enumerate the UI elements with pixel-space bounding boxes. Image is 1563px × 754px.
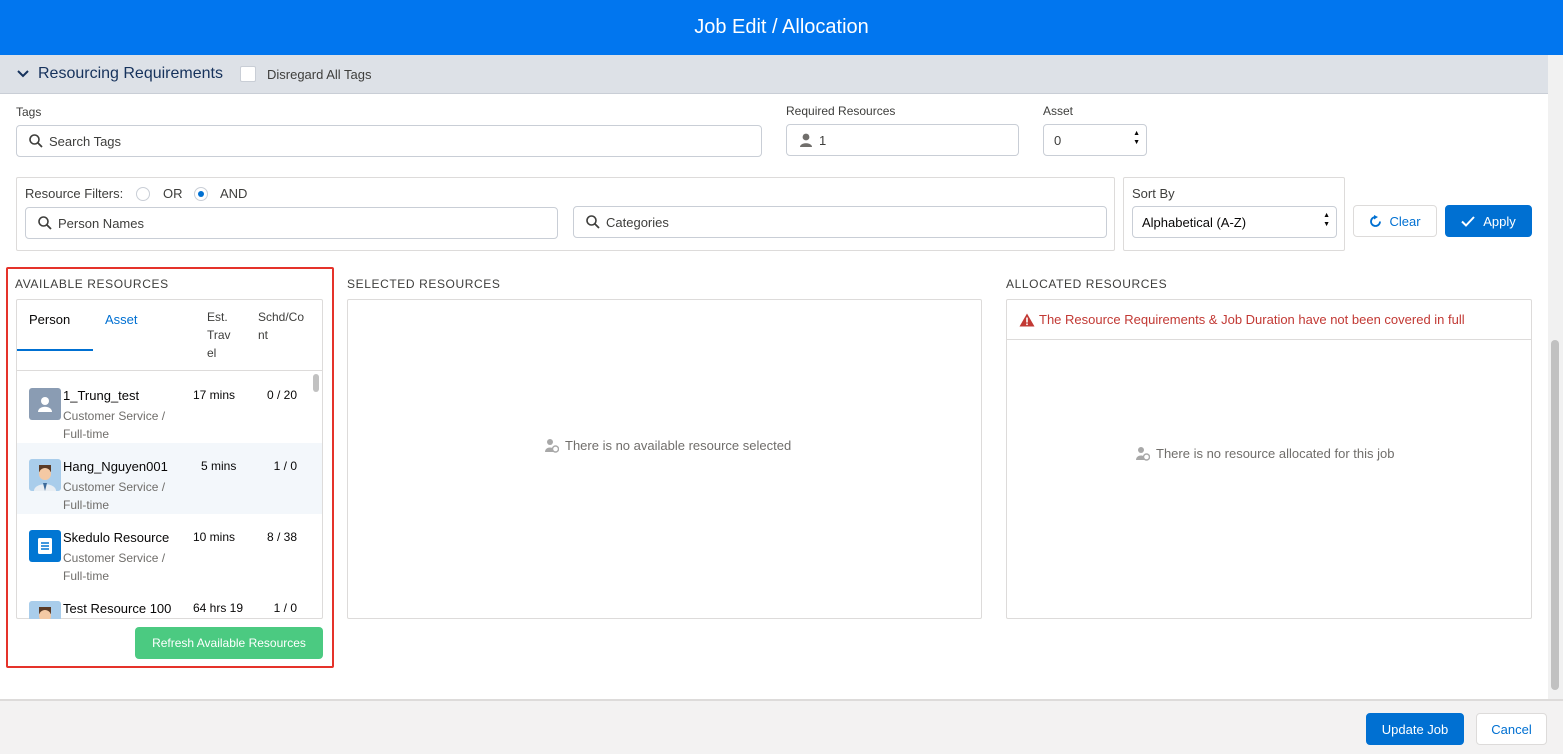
section-title: Resourcing Requirements [38,65,223,82]
cancel-label: Cancel [1491,721,1532,737]
asset-number-input[interactable]: 0 ▲ ▼ [1043,124,1147,156]
filter-and-label: AND [220,186,248,201]
resource-filters-label: Resource Filters: [25,186,124,201]
resource-filters-panel: Resource Filters: OR AND Person Names Ca… [16,177,1115,251]
cancel-button[interactable]: Cancel [1476,713,1547,745]
allocation-warning-text: The Resource Requirements & Job Duration… [1039,312,1465,327]
modal-footer: Update Job Cancel [0,699,1563,754]
number-stepper[interactable]: ▲ ▼ [1133,129,1140,147]
select-arrows-icon: ▲ ▼ [1323,212,1330,228]
categories-input[interactable]: Categories [573,206,1107,238]
selected-resources-heading: SELECTED RESOURCES [347,277,501,291]
sort-by-select[interactable]: Alphabetical (A-Z) ▲ ▼ [1132,206,1337,238]
highlight-box [6,267,334,668]
apply-button[interactable]: Apply [1445,205,1532,237]
required-resources-value: 1 [819,132,827,148]
clear-button-label: Clear [1389,213,1421,229]
tags-label: Tags [16,105,42,119]
filter-or-label: OR [163,186,183,201]
categories-placeholder: Categories [606,214,669,230]
filter-and-radio[interactable] [194,187,208,201]
filter-or-radio[interactable] [136,187,150,201]
user-icon [799,133,813,147]
selected-empty-state: There is no available resource selected [544,438,791,453]
disregard-tags-checkbox[interactable] [239,66,256,82]
selected-resources-panel: There is no available resource selected [347,299,982,619]
modal-header: Job Edit / Allocation [0,0,1563,55]
allocation-warning: The Resource Requirements & Job Duration… [1007,300,1531,340]
person-names-input[interactable]: Person Names [25,207,558,239]
asset-value: 0 [1054,132,1062,148]
sort-by-panel: Sort By Alphabetical (A-Z) ▲ ▼ [1123,177,1345,251]
user-question-icon [1135,446,1150,461]
update-job-label: Update Job [1381,721,1449,737]
refresh-icon [1369,214,1382,228]
apply-button-label: Apply [1483,213,1516,229]
search-icon [38,216,52,230]
tags-search-input[interactable]: Search Tags [16,125,762,157]
clear-button[interactable]: Clear [1353,205,1437,237]
resourcing-section-header[interactable]: Resourcing Requirements Disregard All Ta… [0,55,1548,94]
sort-by-value: Alphabetical (A-Z) [1142,214,1247,230]
allocated-resources-panel: The Resource Requirements & Job Duration… [1006,299,1532,619]
chevron-down-icon[interactable] [16,67,30,81]
scrollbar-thumb[interactable] [1551,340,1559,690]
warning-icon [1019,313,1035,327]
selected-empty-text: There is no available resource selected [565,438,792,453]
search-icon [586,215,600,229]
required-resources-label: Required Resources [786,104,896,118]
user-question-icon [544,438,559,453]
person-names-placeholder: Person Names [58,215,144,231]
search-icon [29,134,43,148]
sort-by-label: Sort By [1132,186,1175,201]
allocated-empty-state: There is no resource allocated for this … [1135,446,1394,461]
asset-label: Asset [1043,104,1074,118]
allocated-resources-heading: ALLOCATED RESOURCES [1006,277,1168,291]
tags-search-placeholder: Search Tags [49,133,122,149]
page-scrollbar[interactable] [1548,55,1563,699]
allocated-empty-text: There is no resource allocated for this … [1156,446,1395,461]
check-icon [1461,215,1475,227]
disregard-tags-label: Disregard All Tags [266,66,372,82]
update-job-button[interactable]: Update Job [1366,713,1464,745]
required-resources-input[interactable]: 1 [786,124,1019,156]
page-title: Job Edit / Allocation [694,16,869,38]
